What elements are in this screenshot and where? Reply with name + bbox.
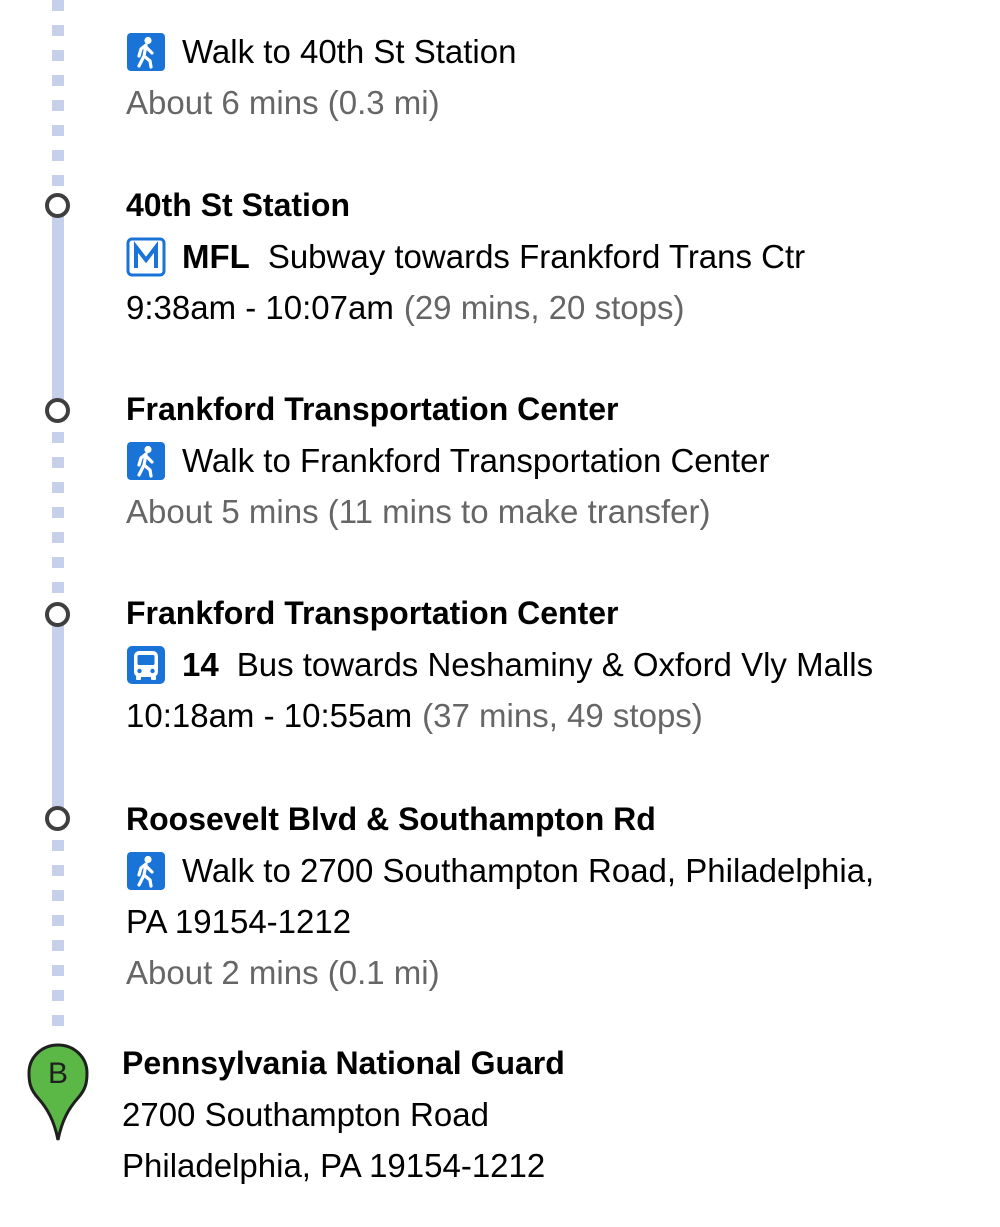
route-badge[interactable]: 14 — [182, 639, 219, 690]
route-badge[interactable]: MFL — [182, 231, 250, 282]
walk-instruction: Walk to 2700 Southampton Road, Philadelp… — [182, 852, 875, 889]
walk-route-line — [52, 840, 64, 1030]
trip-details: (37 mins, 49 stops) — [422, 697, 703, 734]
walk-icon — [127, 851, 165, 890]
stop-circle-icon — [45, 193, 70, 218]
instruction-line: 14 Bus towards Neshaminy & Oxford Vly Ma… — [126, 639, 873, 690]
walk-step: Frankford Transportation Center Walk to … — [126, 384, 770, 537]
walk-duration: About 5 mins (11 mins to make transfer) — [126, 493, 711, 530]
time-range: 10:18am - 10:55am — [126, 697, 413, 734]
destination-address-line2: Philadelphia, PA 19154-1212 — [122, 1147, 546, 1184]
destination-name[interactable]: Pennsylvania National Guard — [122, 1038, 565, 1089]
subway-icon — [126, 237, 166, 276]
transit-itinerary: B Walk to 40th St Station About 6 mins (… — [0, 0, 1000, 1227]
walk-route-line — [52, 432, 64, 608]
instruction-line: MFL Subway towards Frankford Trans Ctr — [126, 231, 805, 282]
destination-address-line1: 2700 Southampton Road — [122, 1096, 489, 1133]
walk-route-line — [52, 0, 64, 196]
transit-instruction: Subway towards Frankford Trans Ctr — [267, 238, 806, 275]
walk-duration: About 2 mins (0.1 mi) — [126, 954, 440, 991]
trip-details: (29 mins, 20 stops) — [403, 289, 685, 326]
stop-name[interactable]: Roosevelt Blvd & Southampton Rd — [126, 794, 874, 845]
destination-marker-icon: B — [27, 1043, 89, 1141]
stop-name[interactable]: Frankford Transportation Center — [126, 588, 873, 639]
instruction-line: Walk to 2700 Southampton Road, Philadelp… — [126, 845, 874, 896]
walk-instruction: Walk to Frankford Transportation Center — [182, 442, 770, 479]
subway-route-line — [52, 210, 64, 406]
stop-name[interactable]: Frankford Transportation Center — [126, 384, 770, 435]
bus-route-line — [52, 622, 64, 812]
transit-instruction: Bus towards Neshaminy & Oxford Vly Malls — [236, 646, 874, 683]
schedule-line: 9:38am - 10:07am (29 mins, 20 stops) — [126, 282, 805, 333]
stop-circle-icon — [45, 806, 70, 831]
walk-step: Walk to 40th St Station About 6 mins (0.… — [126, 26, 516, 128]
stop-name[interactable]: 40th St Station — [126, 180, 805, 231]
walk-duration: About 6 mins (0.3 mi) — [126, 84, 440, 121]
walk-instruction-continued: PA 19154-1212 — [126, 903, 352, 940]
instruction-line: Walk to Frankford Transportation Center — [126, 435, 770, 486]
marker-label: B — [48, 1057, 68, 1090]
destination-block: Pennsylvania National Guard 2700 Southam… — [122, 1038, 565, 1191]
schedule-line: 10:18am - 10:55am (37 mins, 49 stops) — [126, 690, 873, 741]
instruction-line: Walk to 40th St Station — [126, 26, 516, 77]
time-range: 9:38am - 10:07am — [126, 289, 394, 326]
stop-circle-icon — [45, 602, 70, 627]
walk-step: Roosevelt Blvd & Southampton Rd Walk to … — [126, 794, 874, 998]
stop-circle-icon — [45, 398, 70, 423]
walk-icon — [127, 441, 165, 480]
transit-step: Frankford Transportation Center 14 Bus t… — [126, 588, 873, 741]
walk-icon — [127, 32, 165, 71]
walk-instruction: Walk to 40th St Station — [182, 33, 517, 70]
bus-icon — [127, 645, 165, 684]
transit-step: 40th St Station MFL Subway towards Frank… — [126, 180, 805, 333]
